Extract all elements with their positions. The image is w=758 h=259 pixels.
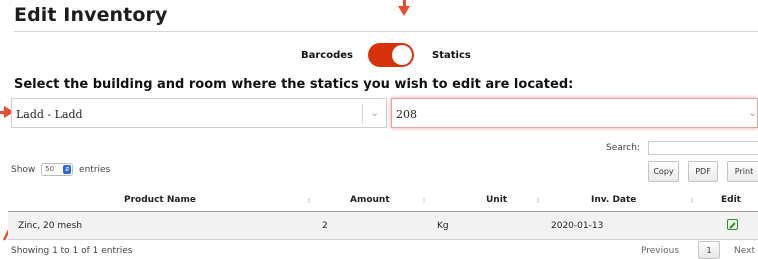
toggle-knob [392,45,412,65]
length-menu-prefix: Show [11,165,36,175]
edit-icon[interactable] [727,219,738,230]
cell-inv-date: 2020-01-13 [551,221,604,231]
column-header-edit: Edit [721,195,741,205]
column-header-inv-date[interactable]: Inv. Date [591,195,636,205]
chevron-down-icon: ⌄ [370,106,380,119]
table-bottom-divider [8,239,758,240]
page-title: Edit Inventory [14,4,168,26]
building-select-value: Ladd - Ladd [16,108,83,121]
annotation-arrow-down-icon [398,0,410,16]
table-row [8,212,758,239]
column-header-product-name[interactable]: Product Name [124,195,196,205]
instruction-text: Select the building and room where the s… [14,77,574,92]
copy-button[interactable]: Copy [648,161,679,182]
table-info: Showing 1 to 1 of 1 entries [11,246,133,256]
building-select[interactable]: Ladd - Ladd ⌄ [11,98,387,128]
print-button[interactable]: Print [727,161,758,182]
pagination-next[interactable]: Next [734,246,755,256]
chevron-down-icon: ⌄ [748,106,758,119]
room-select[interactable]: 208 ⌄ [391,98,758,128]
barcodes-statics-toggle[interactable] [368,43,414,67]
cell-unit: Kg [437,221,449,231]
search-input[interactable] [648,141,758,155]
pagination-page-1[interactable]: 1 [698,241,720,259]
toggle-label-barcodes: Barcodes [301,50,353,61]
sort-icon: ⇕ [306,197,312,205]
pdf-button[interactable]: PDF [688,161,718,182]
column-header-amount[interactable]: Amount [350,195,390,205]
length-menu-suffix: entries [79,165,111,175]
cell-amount: 2 [322,221,328,231]
search-label: Search: [606,143,640,153]
column-header-unit[interactable]: Unit [486,195,507,205]
sort-icon: ⇕ [535,197,541,205]
cell-product-name: Zinc, 20 mesh [18,221,83,231]
title-divider [14,31,758,32]
room-select-value: 208 [396,108,417,121]
toggle-label-statics: Statics [432,50,471,61]
sort-icon: ⇕ [689,197,695,205]
length-menu: Show 50 ⇵ entries [11,163,110,176]
page-length-select[interactable]: 50 ⇵ [41,163,74,176]
sort-icon: ⇕ [421,197,427,205]
chevron-updown-icon: ⇵ [63,165,72,174]
pagination-previous[interactable]: Previous [641,246,679,256]
